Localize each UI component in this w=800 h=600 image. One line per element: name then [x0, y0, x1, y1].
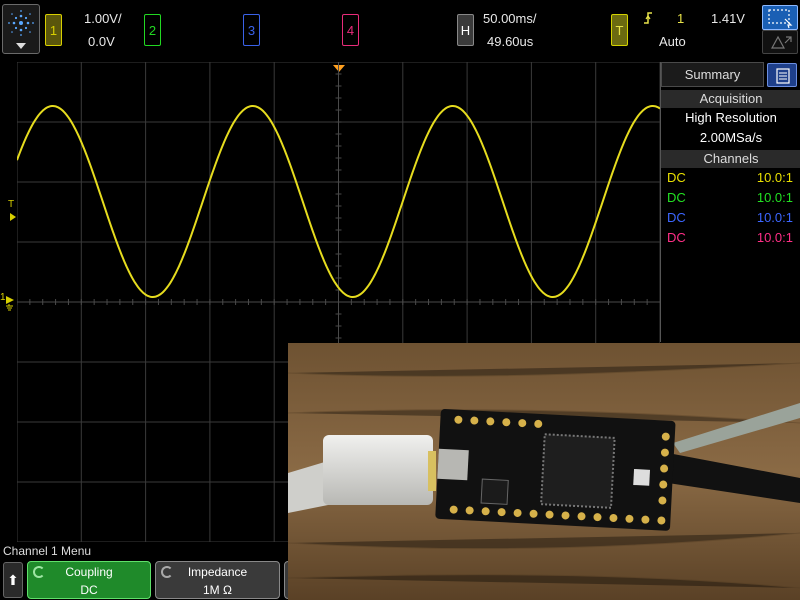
top-status-bar: 1 1.00V/ 0.0V 2 3 4 H 50.00ms/ 49.60us T… — [0, 0, 800, 58]
sample-rate: 2.00MSa/s — [699, 130, 763, 145]
trigger-mode: Auto — [659, 34, 686, 49]
channel-summary-row: DC 10.0:1 — [661, 188, 800, 208]
summary-menu-button[interactable] — [767, 63, 797, 87]
zoom-button[interactable] — [762, 30, 798, 54]
channels-header: Channels — [661, 150, 800, 168]
softkey-value: 1M Ω — [203, 583, 232, 597]
menu-up-button[interactable]: ⬆ — [3, 562, 23, 598]
dev-board-photo — [288, 343, 800, 600]
marquee-select-icon — [768, 9, 793, 29]
softkey-value: DC — [80, 583, 98, 597]
ch1-scale: 1.00V/ — [84, 11, 122, 26]
channel-2-key[interactable]: 2 — [144, 14, 161, 46]
time-per-div: 50.00ms/ — [483, 11, 537, 26]
trigger-level: 1.41V — [711, 11, 745, 26]
channel-coupling: DC — [667, 210, 686, 225]
coupling-softkey[interactable]: Coupling DC — [27, 561, 151, 599]
channel-coupling: DC — [667, 170, 686, 185]
trigger-source: 1 — [677, 11, 685, 26]
channel-4-key[interactable]: 4 — [342, 14, 359, 46]
channel-summary-row: DC 10.0:1 — [661, 208, 800, 228]
horizontal-delay: 49.60us — [487, 34, 534, 49]
impedance-softkey[interactable]: Impedance 1M Ω — [155, 561, 280, 599]
channel-coupling: DC — [667, 230, 686, 245]
zoom-icon — [770, 35, 792, 49]
summary-panel: Summary Acquisition High Resolution 2.00… — [660, 62, 800, 342]
acquisition-mode: High Resolution — [685, 110, 777, 125]
probe-attenuation: 10.0:1 — [756, 230, 793, 245]
channel-3-key[interactable]: 3 — [243, 14, 260, 46]
summary-tab[interactable]: Summary — [661, 62, 764, 87]
channel-summary-row: DC 10.0:1 — [661, 168, 800, 188]
select-box-button[interactable] — [762, 5, 798, 30]
channel-coupling: DC — [667, 190, 686, 205]
ground-marker-icon — [6, 292, 18, 317]
ground-marker-label: 1 — [0, 292, 6, 303]
channel-summary-row: DC 10.0:1 — [661, 228, 800, 248]
ch1-offset: 0.0V — [88, 34, 115, 49]
probe-attenuation: 10.0:1 — [756, 170, 793, 185]
channel-1-key[interactable]: 1 — [45, 14, 62, 46]
main-menu-button[interactable] — [2, 4, 40, 54]
rising-edge-icon — [643, 11, 653, 30]
menu-title: Channel 1 Menu — [3, 544, 92, 558]
keysight-logo-icon — [8, 10, 34, 49]
acquisition-header: Acquisition — [661, 90, 800, 108]
probe-attenuation: 10.0:1 — [756, 190, 793, 205]
list-icon — [776, 68, 790, 84]
softkey-label: Impedance — [187, 565, 248, 579]
softkey-label: Coupling — [65, 565, 113, 579]
trigger-level-arrow-icon — [10, 208, 16, 226]
trigger-key[interactable]: T — [611, 14, 628, 46]
horizontal-key[interactable]: H — [457, 14, 474, 46]
board-photo-overlay — [288, 343, 800, 600]
probe-attenuation: 10.0:1 — [756, 210, 793, 225]
